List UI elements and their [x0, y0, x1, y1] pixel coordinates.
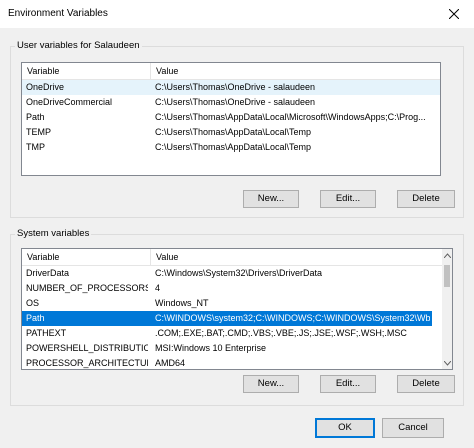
variable-value: 4	[155, 283, 161, 293]
user-list-header: Variable Value	[22, 63, 440, 80]
scroll-up-button[interactable]	[442, 249, 452, 261]
list-item[interactable]: PROCESSOR_ARCHITECTURE AMD64	[22, 356, 432, 369]
list-item[interactable]: POWERSHELL_DISTRIBUTIO... MSI:Windows 10 …	[22, 341, 432, 356]
variable-name: Path	[26, 112, 45, 122]
variable-value: C:\Users\Thomas\AppData\Local\Temp	[155, 127, 312, 137]
variable-name: NUMBER_OF_PROCESSORS	[26, 283, 148, 293]
column-header-value[interactable]: Value	[151, 63, 440, 79]
system-edit-button[interactable]: Edit...	[320, 375, 376, 393]
list-item[interactable]: Path C:\Users\Thomas\AppData\Local\Micros…	[22, 110, 440, 125]
chevron-down-icon	[443, 360, 451, 366]
variable-name: TEMP	[26, 127, 52, 137]
scroll-thumb[interactable]	[444, 265, 450, 287]
variable-name: OS	[26, 298, 40, 308]
user-new-button[interactable]: New...	[243, 190, 299, 208]
user-variables-list[interactable]: Variable Value OneDrive C:\Users\Thomas\O…	[21, 62, 441, 176]
title-bar: Environment Variables	[0, 0, 474, 28]
user-variables-legend: User variables for Salaudeen	[15, 40, 142, 51]
variable-value: C:\Windows\System32\Drivers\DriverData	[155, 268, 323, 278]
close-icon	[449, 9, 459, 19]
variable-name: PROCESSOR_ARCHITECTURE	[26, 358, 148, 368]
list-item[interactable]: PATHEXT .COM;.EXE;.BAT;.CMD;.VBS;.VBE;.JS…	[22, 326, 432, 341]
list-item[interactable]: OS Windows_NT	[22, 296, 432, 311]
column-header-variable[interactable]: Variable	[22, 63, 151, 79]
variable-name: POWERSHELL_DISTRIBUTIO...	[26, 343, 148, 353]
system-delete-button[interactable]: Delete	[397, 375, 455, 393]
column-header-value[interactable]: Value	[151, 249, 442, 265]
system-list-scrollbar[interactable]	[442, 249, 452, 369]
ok-button[interactable]: OK	[315, 418, 375, 438]
variable-value: C:\WINDOWS\system32;C:\WINDOWS;C:\WINDOW…	[155, 313, 430, 323]
variable-value: C:\Users\Thomas\OneDrive - salaudeen	[155, 97, 316, 107]
column-header-variable[interactable]: Variable	[22, 249, 151, 265]
variable-value: .COM;.EXE;.BAT;.CMD;.VBS;.VBE;.JS;.JSE;.…	[155, 328, 407, 338]
list-item[interactable]: Path C:\WINDOWS\system32;C:\WINDOWS;C:\WI…	[22, 311, 432, 326]
list-item[interactable]: TMP C:\Users\Thomas\AppData\Local\Temp	[22, 140, 440, 155]
chevron-up-icon	[443, 252, 451, 258]
variable-value: MSI:Windows 10 Enterprise	[155, 343, 267, 353]
list-item[interactable]: TEMP C:\Users\Thomas\AppData\Local\Temp	[22, 125, 440, 140]
variable-value: C:\Users\Thomas\AppData\Local\Microsoft\…	[155, 112, 426, 122]
user-edit-button[interactable]: Edit...	[320, 190, 376, 208]
list-item[interactable]: OneDriveCommercial C:\Users\Thomas\OneDri…	[22, 95, 440, 110]
variable-name: OneDriveCommercial	[26, 97, 113, 107]
variable-value: C:\Users\Thomas\OneDrive - salaudeen	[155, 82, 316, 92]
cancel-button[interactable]: Cancel	[382, 418, 444, 438]
list-item[interactable]: DriverData C:\Windows\System32\Drivers\Dr…	[22, 266, 432, 281]
variable-value: C:\Users\Thomas\AppData\Local\Temp	[155, 142, 312, 152]
system-list-header: Variable Value	[22, 249, 452, 266]
variable-name: OneDrive	[26, 82, 65, 92]
variable-value: Windows_NT	[155, 298, 209, 308]
user-delete-button[interactable]: Delete	[397, 190, 455, 208]
variable-name: Path	[26, 313, 45, 323]
system-variables-legend: System variables	[15, 228, 92, 239]
system-variables-list[interactable]: Variable Value DriverData C:\Windows\Syst…	[21, 248, 453, 370]
variable-name: PATHEXT	[26, 328, 67, 338]
variable-name: DriverData	[26, 268, 70, 278]
variable-name: TMP	[26, 142, 45, 152]
system-new-button[interactable]: New...	[243, 375, 299, 393]
list-item[interactable]: NUMBER_OF_PROCESSORS 4	[22, 281, 432, 296]
window-title: Environment Variables	[8, 8, 108, 19]
scroll-down-button[interactable]	[442, 357, 452, 369]
close-button[interactable]	[434, 0, 474, 28]
variable-value: AMD64	[155, 358, 186, 368]
list-item[interactable]: OneDrive C:\Users\Thomas\OneDrive - salau…	[22, 80, 440, 95]
